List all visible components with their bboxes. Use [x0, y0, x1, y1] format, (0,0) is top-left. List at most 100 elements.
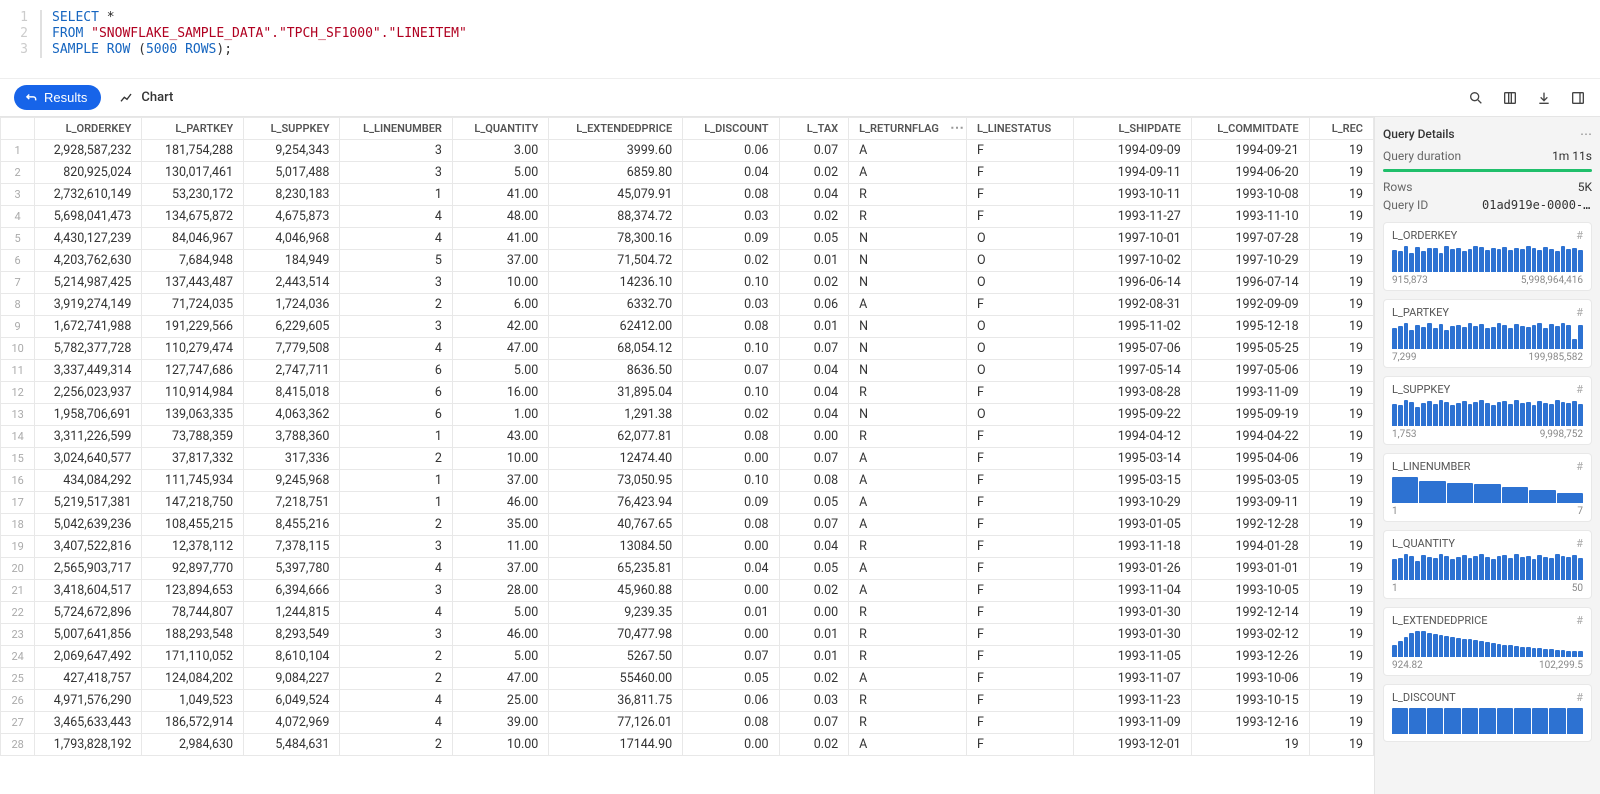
- cell[interactable]: 6859.80: [549, 162, 683, 184]
- cell[interactable]: 2,443,514: [244, 272, 340, 294]
- column-stats-card[interactable]: L_PARTKEY#7,299199,985,582: [1383, 299, 1592, 368]
- table-row[interactable]: 153,024,640,57737,817,332317,336210.0012…: [1, 448, 1374, 470]
- cell[interactable]: A: [849, 734, 967, 756]
- cell[interactable]: 1997-10-02: [1074, 250, 1192, 272]
- table-row[interactable]: 264,971,576,2901,049,5236,049,524425.003…: [1, 690, 1374, 712]
- cell[interactable]: 77,126.01: [549, 712, 683, 734]
- sql-editor[interactable]: 1 SELECT * 2 FROM "SNOWFLAKE_SAMPLE_DATA…: [0, 0, 1600, 78]
- cell[interactable]: F: [966, 294, 1073, 316]
- cell[interactable]: 1994-04-12: [1074, 426, 1192, 448]
- cell[interactable]: 92,897,770: [142, 558, 244, 580]
- column-header[interactable]: L_LINESTATUS: [966, 118, 1073, 140]
- cell[interactable]: O: [966, 360, 1073, 382]
- column-header[interactable]: L_DISCOUNT: [683, 118, 779, 140]
- cell[interactable]: 3: [340, 536, 452, 558]
- cell[interactable]: 4: [340, 558, 452, 580]
- cell[interactable]: 37.00: [452, 470, 548, 492]
- cell[interactable]: 19: [1309, 426, 1373, 448]
- cell[interactable]: 3: [340, 140, 452, 162]
- cell[interactable]: 6332.70: [549, 294, 683, 316]
- column-header[interactable]: L_EXTENDEDPRICE: [549, 118, 683, 140]
- cell[interactable]: 62,077.81: [549, 426, 683, 448]
- cell[interactable]: 19: [1309, 316, 1373, 338]
- panel-toggle-icon[interactable]: [1570, 90, 1586, 106]
- cell[interactable]: 1: [340, 426, 452, 448]
- cell[interactable]: 40,767.65: [549, 514, 683, 536]
- cell[interactable]: 6: [340, 404, 452, 426]
- cell[interactable]: 0.04: [779, 404, 849, 426]
- cell[interactable]: 186,572,914: [142, 712, 244, 734]
- cell[interactable]: F: [966, 734, 1073, 756]
- cell[interactable]: 1993-01-30: [1074, 602, 1192, 624]
- cell[interactable]: 137,443,487: [142, 272, 244, 294]
- cell[interactable]: 0.10: [683, 272, 779, 294]
- cell[interactable]: 3,418,604,517: [35, 580, 142, 602]
- cell[interactable]: 0.05: [779, 228, 849, 250]
- cell[interactable]: 0.00: [683, 448, 779, 470]
- cell[interactable]: O: [966, 250, 1073, 272]
- cell[interactable]: 184,949: [244, 250, 340, 272]
- cell[interactable]: 19: [1309, 668, 1373, 690]
- cell[interactable]: 1: [340, 492, 452, 514]
- cell[interactable]: A: [849, 470, 967, 492]
- cell[interactable]: 5,397,780: [244, 558, 340, 580]
- column-stats-card[interactable]: L_QUANTITY#150: [1383, 530, 1592, 599]
- cell[interactable]: R: [849, 646, 967, 668]
- cell[interactable]: 1994-09-11: [1074, 162, 1192, 184]
- cell[interactable]: 7,378,115: [244, 536, 340, 558]
- cell[interactable]: 8,293,549: [244, 624, 340, 646]
- cell[interactable]: 1993-10-06: [1191, 668, 1309, 690]
- cell[interactable]: 45,079.91: [549, 184, 683, 206]
- cell[interactable]: F: [966, 492, 1073, 514]
- cell[interactable]: 19: [1309, 184, 1373, 206]
- cell[interactable]: 0.02: [779, 206, 849, 228]
- cell[interactable]: 127,747,686: [142, 360, 244, 382]
- cell[interactable]: 0.02: [779, 580, 849, 602]
- cell[interactable]: 0.10: [683, 382, 779, 404]
- cell[interactable]: 0.02: [779, 668, 849, 690]
- cell[interactable]: 1,291.38: [549, 404, 683, 426]
- cell[interactable]: 19: [1309, 206, 1373, 228]
- cell[interactable]: 1992-12-28: [1191, 514, 1309, 536]
- cell[interactable]: O: [966, 404, 1073, 426]
- table-row[interactable]: 75,214,987,425137,443,4872,443,514310.00…: [1, 272, 1374, 294]
- cell[interactable]: 5.00: [452, 646, 548, 668]
- cell[interactable]: F: [966, 712, 1073, 734]
- cell[interactable]: N: [849, 338, 967, 360]
- cell[interactable]: 0.02: [683, 250, 779, 272]
- cell[interactable]: 2: [340, 448, 452, 470]
- cell[interactable]: 4,072,969: [244, 712, 340, 734]
- cell[interactable]: 4: [340, 690, 452, 712]
- cell[interactable]: 0.02: [779, 734, 849, 756]
- cell[interactable]: 1993-01-30: [1074, 624, 1192, 646]
- cell[interactable]: 19: [1309, 228, 1373, 250]
- cell[interactable]: 78,744,807: [142, 602, 244, 624]
- cell[interactable]: 5,017,488: [244, 162, 340, 184]
- column-stats-card[interactable]: L_LINENUMBER#17: [1383, 453, 1592, 522]
- cell[interactable]: 3: [340, 162, 452, 184]
- cell[interactable]: 1993-10-29: [1074, 492, 1192, 514]
- cell[interactable]: 3,337,449,314: [35, 360, 142, 382]
- cell[interactable]: 1993-11-09: [1074, 712, 1192, 734]
- cell[interactable]: 19: [1309, 580, 1373, 602]
- cell[interactable]: F: [966, 140, 1073, 162]
- column-stats-card[interactable]: L_ORDERKEY#915,8735,998,964,416: [1383, 222, 1592, 291]
- cell[interactable]: 0.04: [683, 558, 779, 580]
- cell[interactable]: 5.00: [452, 602, 548, 624]
- cell[interactable]: 6,049,524: [244, 690, 340, 712]
- cell[interactable]: R: [849, 184, 967, 206]
- cell[interactable]: 1993-12-16: [1191, 712, 1309, 734]
- cell[interactable]: 5.00: [452, 162, 548, 184]
- column-header[interactable]: L_REC: [1309, 118, 1373, 140]
- cell[interactable]: 47.00: [452, 668, 548, 690]
- cell[interactable]: 0.05: [683, 668, 779, 690]
- results-grid[interactable]: L_ORDERKEYL_PARTKEYL_SUPPKEYL_LINENUMBER…: [0, 117, 1374, 794]
- cell[interactable]: 130,017,461: [142, 162, 244, 184]
- cell[interactable]: 19: [1309, 536, 1373, 558]
- cell[interactable]: 55460.00: [549, 668, 683, 690]
- cell[interactable]: A: [849, 514, 967, 536]
- code-line[interactable]: SELECT *: [52, 10, 115, 26]
- cell[interactable]: 35.00: [452, 514, 548, 536]
- cell[interactable]: 0.00: [683, 536, 779, 558]
- cell[interactable]: 19: [1309, 272, 1373, 294]
